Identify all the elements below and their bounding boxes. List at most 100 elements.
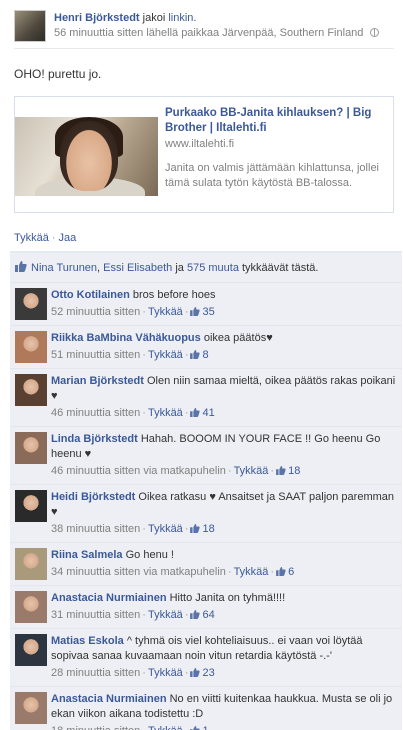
comment-via[interactable]: via matkapuhelin (140, 566, 226, 578)
like-count-value: 18 (202, 523, 215, 535)
liker-link-2[interactable]: Essi Elisabeth (103, 262, 172, 274)
post-meta[interactable]: 56 minuuttia sitten lähellä paikkaa Järv… (54, 27, 363, 39)
comment-8: Matias Eskola ^ tyhmä ois viel kohteliai… (10, 629, 402, 687)
thumbs-up-icon (15, 261, 27, 272)
link-title[interactable]: Purkaako BB-Janita kihlauksen? | Big Bro… (165, 106, 387, 136)
liker-link-1[interactable]: Nina Turunen (31, 262, 97, 274)
commenter-avatar[interactable] (15, 591, 47, 623)
comment-time[interactable]: 28 minuuttia sitten (51, 667, 140, 679)
commenter-avatar[interactable] (15, 692, 47, 724)
post-verb: jakoi (142, 12, 166, 24)
comment-1: Otto Kotilainen bros before hoes 52 minu… (10, 283, 402, 326)
share-link[interactable]: Jaa (59, 232, 77, 244)
comment-like-count[interactable]: 1 (190, 725, 209, 730)
like-count-value: 23 (202, 667, 215, 679)
meta-separator: · (185, 725, 189, 730)
comment-like-link[interactable]: Tykkää (234, 465, 269, 477)
comment-meta: 34 minuuttia sitten via matkapuhelin · Tyk… (51, 565, 396, 580)
likes-others-link[interactable]: 575 muuta (187, 262, 239, 274)
comment-time[interactable]: 31 minuuttia sitten (51, 609, 140, 621)
comment-via[interactable]: via matkapuhelin (140, 465, 226, 477)
meta-separator: · (184, 407, 189, 419)
comment-like-link[interactable]: Tykkää (148, 349, 183, 361)
comment-like-link[interactable]: Tykkää (148, 609, 183, 621)
header-divider (14, 48, 394, 49)
comment-author[interactable]: Riina Salmela (51, 549, 123, 561)
globe-icon[interactable] (370, 28, 380, 37)
like-count-value: 35 (202, 306, 215, 318)
comment-like-count[interactable]: 41 (190, 407, 215, 419)
commenter-avatar[interactable] (15, 432, 47, 464)
like-link[interactable]: Tykkää (14, 232, 49, 244)
commenter-avatar[interactable] (15, 548, 47, 580)
comment-like-count[interactable]: 18 (190, 523, 215, 535)
link-url: www.iltalehti.fi (165, 138, 235, 150)
meta-separator: · (142, 407, 146, 419)
comment-meta: 18 minuuttia sitten·Tykkää·1 (51, 724, 396, 730)
commenter-avatar[interactable] (15, 634, 47, 666)
comment-author[interactable]: Matias Eskola (51, 635, 124, 647)
thumbs-up-icon (190, 610, 201, 619)
likes-suffix: tykkäävät tästä. (242, 262, 319, 274)
commenter-avatar[interactable] (15, 331, 47, 363)
comment-like-link[interactable]: Tykkää (148, 523, 183, 535)
comment-text: bros before hoes (132, 289, 216, 301)
likes-summary: Nina Turunen, Essi Elisabeth ja 575 muut… (10, 253, 402, 283)
comment-like-count[interactable]: 35 (190, 306, 215, 318)
commenter-avatar[interactable] (15, 490, 47, 522)
comment-meta: 38 minuuttia sitten · Tykkää · 18 (51, 522, 396, 537)
comment-time[interactable]: 46 minuuttia sitten (51, 407, 140, 419)
author-avatar[interactable] (14, 10, 46, 42)
post-header: Henri Björkstedt jakoi linkin. 56 minuut… (14, 10, 394, 46)
comment-body: Anastacia Nurmiainen No en viitti kuiten… (51, 692, 396, 722)
meta-separator: · (142, 667, 146, 679)
thumbs-up-icon (276, 567, 286, 576)
meta-separator: · (142, 725, 146, 730)
meta-separator: · (142, 523, 146, 535)
comment-like-count[interactable]: 23 (190, 667, 215, 679)
comment-time[interactable]: 46 minuuttia sitten (51, 465, 140, 477)
link-thumbnail[interactable] (15, 117, 158, 196)
comment-author[interactable]: Otto Kotilainen (51, 289, 130, 301)
commenter-avatar[interactable] (15, 288, 47, 320)
comment-time[interactable]: 34 minuuttia sitten (51, 566, 140, 578)
like-count-value: 41 (202, 407, 215, 419)
comment-author[interactable]: Marian Björkstedt (51, 375, 144, 387)
post-author-link[interactable]: Henri Björkstedt (54, 12, 140, 24)
meta-separator: · (142, 349, 146, 361)
meta-separator: · (184, 523, 189, 535)
comment-like-link[interactable]: Tykkää (148, 306, 183, 318)
comment-author[interactable]: Riikka BaMbina Vähäkuopus (51, 332, 201, 344)
status-text: OHO! purettu jo. (14, 67, 102, 81)
comment-like-count[interactable]: 6 (276, 566, 294, 578)
comment-time[interactable]: 38 minuuttia sitten (51, 523, 140, 535)
commenter-avatar[interactable] (15, 374, 47, 406)
comment-like-count[interactable]: 18 (276, 465, 300, 477)
likes-and: ja (175, 262, 184, 274)
comment-like-link[interactable]: Tykkää (148, 407, 183, 419)
thumbs-up-icon (190, 408, 201, 417)
comment-time[interactable]: 52 minuuttia sitten (51, 306, 140, 318)
link-attachment[interactable]: Purkaako BB-Janita kihlauksen? | Big Bro… (14, 96, 394, 213)
comment-like-link[interactable]: Tykkää (148, 667, 183, 679)
comment-time[interactable]: 51 minuuttia sitten (51, 349, 140, 361)
comment-author[interactable]: Heidi Björkstedt (51, 491, 135, 503)
comment-body: Riikka BaMbina Vähäkuopus oikea päätös♥ (51, 331, 396, 346)
comment-time[interactable]: 18 minuuttia sitten (51, 725, 140, 730)
like-count-value: 64 (202, 609, 215, 621)
comment-like-link[interactable]: Tykkää (234, 566, 269, 578)
post-object-link[interactable]: linkin. (168, 12, 196, 24)
comment-like-count[interactable]: 8 (190, 349, 209, 361)
comment-like-link[interactable]: Tykkää (148, 725, 183, 730)
thumbs-up-icon (190, 307, 201, 316)
comment-meta: 31 minuuttia sitten · Tykkää · 64 (51, 608, 396, 623)
comment-like-count[interactable]: 64 (190, 609, 215, 621)
comment-2: Riikka BaMbina Vähäkuopus oikea päätös♥ … (10, 326, 402, 369)
comment-6: Riina Salmela Go henu ! 34 minuuttia sit… (10, 543, 402, 586)
comment-author[interactable]: Anastacia Nurmiainen (51, 592, 167, 604)
post-actions: Tykkää · Jaa (14, 232, 76, 244)
comment-meta: 28 minuuttia sitten · Tykkää · 23 (51, 666, 396, 681)
comment-author[interactable]: Anastacia Nurmiainen (51, 693, 167, 705)
comment-author[interactable]: Linda Björkstedt (51, 433, 138, 445)
meta-separator: · (142, 609, 146, 621)
